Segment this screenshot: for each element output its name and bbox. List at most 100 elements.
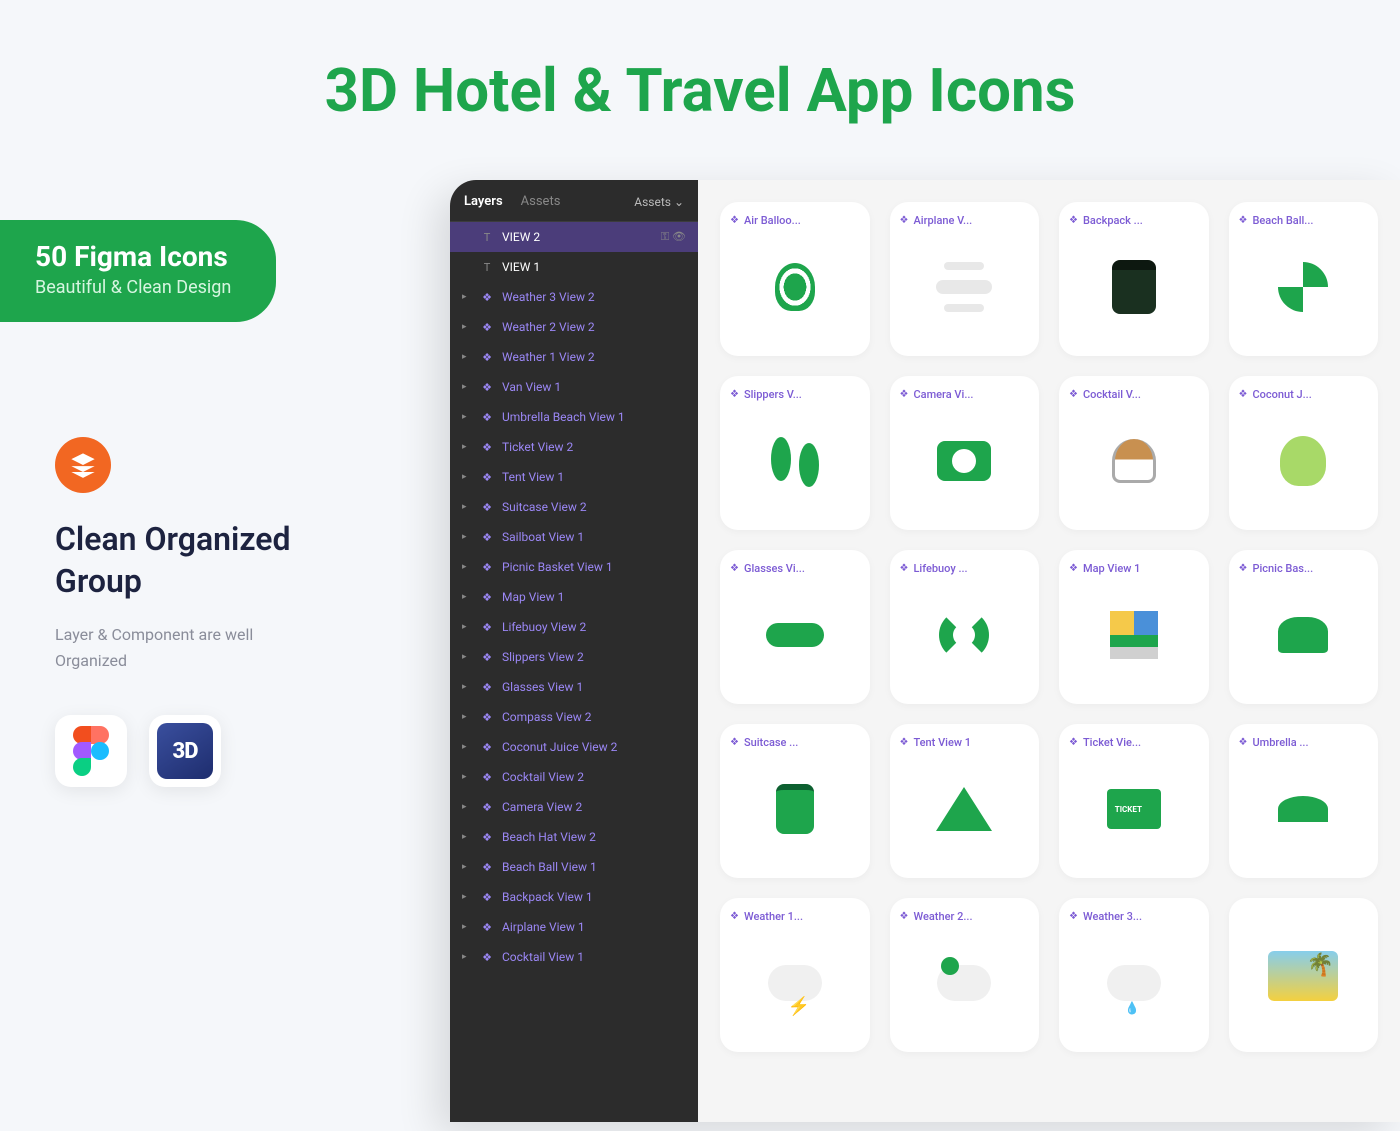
layer-row[interactable]: ▸❖Glasses View 1: [450, 672, 698, 702]
icon-card[interactable]: ❖Umbrella ...: [1229, 724, 1379, 878]
layer-row[interactable]: ▸❖Cocktail View 2: [450, 762, 698, 792]
layer-label: Sailboat View 1: [502, 530, 686, 544]
layer-row[interactable]: ▸❖Lifebuoy View 2: [450, 612, 698, 642]
expand-chevron-icon: ▸: [462, 712, 472, 722]
logo-row: 3D: [55, 715, 430, 787]
expand-chevron-icon: ▸: [462, 802, 472, 812]
layer-label: Beach Hat View 2: [502, 830, 686, 844]
layers-icon: [55, 437, 111, 493]
card-label: Picnic Bas...: [1252, 562, 1313, 575]
icon-card[interactable]: ❖Glasses Vi...: [720, 550, 870, 704]
component-icon: ❖: [480, 921, 494, 934]
layer-row[interactable]: ▸❖Picnic Basket View 1: [450, 552, 698, 582]
icon-card[interactable]: ❖Airplane V...: [890, 202, 1040, 356]
expand-chevron-icon: ▸: [462, 382, 472, 392]
component-icon: ❖: [1239, 389, 1248, 400]
layer-row[interactable]: ▸❖Beach Hat View 2: [450, 822, 698, 852]
component-icon: ❖: [1069, 737, 1078, 748]
icon-card[interactable]: ❖Tent View 1: [890, 724, 1040, 878]
icon-card[interactable]: ❖Picnic Bas...: [1229, 550, 1379, 704]
icon-card[interactable]: [1229, 898, 1379, 1052]
component-icon: ❖: [1069, 215, 1078, 226]
card-body: [900, 923, 1030, 1042]
layer-row[interactable]: ▸❖Slippers View 2: [450, 642, 698, 672]
card-body: [730, 575, 860, 694]
expand-chevron-icon: ▸: [462, 352, 472, 362]
layer-row[interactable]: ▸❖Cocktail View 1: [450, 942, 698, 972]
component-icon: ❖: [480, 471, 494, 484]
icon-card[interactable]: ❖Cocktail V...: [1059, 376, 1209, 530]
layer-row[interactable]: ▸❖Coconut Juice View 2: [450, 732, 698, 762]
card-body: [730, 401, 860, 520]
card-label: Ticket Vie...: [1083, 736, 1141, 749]
card-label: Weather 3...: [1083, 910, 1142, 923]
expand-chevron-icon: ▸: [462, 742, 472, 752]
layer-row[interactable]: ▸❖Ticket View 2: [450, 432, 698, 462]
icon-card[interactable]: ❖Backpack ...: [1059, 202, 1209, 356]
tab-assets[interactable]: Assets: [521, 194, 561, 209]
layer-list: TVIEW 2⚿ 👁TVIEW 1▸❖Weather 3 View 2▸❖Wea…: [450, 222, 698, 972]
layer-label: Coconut Juice View 2: [502, 740, 686, 754]
icon-card[interactable]: ❖Weather 1...: [720, 898, 870, 1052]
layer-label: Ticket View 2: [502, 440, 686, 454]
lock-visibility-icons[interactable]: ⚿ 👁: [661, 230, 686, 244]
card-body: [1239, 227, 1369, 346]
layer-row[interactable]: ▸❖Weather 1 View 2: [450, 342, 698, 372]
layer-row[interactable]: ▸❖Map View 1: [450, 582, 698, 612]
i-pack-icon: [1096, 249, 1172, 325]
icon-card[interactable]: ❖Slippers V...: [720, 376, 870, 530]
layer-row[interactable]: TVIEW 2⚿ 👁: [450, 222, 698, 252]
feature-desc: Layer & Component are wellOrganized: [55, 622, 430, 673]
card-body: [1069, 227, 1199, 346]
layer-label: Weather 1 View 2: [502, 350, 686, 364]
card-label: Tent View 1: [913, 736, 971, 749]
layer-row[interactable]: ▸❖Umbrella Beach View 1: [450, 402, 698, 432]
card-label: Airplane V...: [913, 214, 972, 227]
component-icon: ❖: [480, 381, 494, 394]
component-icon: ❖: [1069, 911, 1078, 922]
icon-card[interactable]: ❖Air Balloo...: [720, 202, 870, 356]
tab-layers[interactable]: Layers: [464, 194, 503, 209]
card-body: [900, 227, 1030, 346]
assets-dropdown[interactable]: Assets ⌄: [634, 195, 684, 209]
layer-row[interactable]: ▸❖Airplane View 1: [450, 912, 698, 942]
icon-card[interactable]: ❖Beach Ball...: [1229, 202, 1379, 356]
component-icon: ❖: [480, 531, 494, 544]
icon-card[interactable]: ❖Map View 1: [1059, 550, 1209, 704]
icon-card[interactable]: ❖Camera Vi...: [890, 376, 1040, 530]
icon-card[interactable]: ❖ Ticket Vie...: [1059, 724, 1209, 878]
layer-row[interactable]: ▸❖Compass View 2: [450, 702, 698, 732]
layer-row[interactable]: ▸❖Sailboat View 1: [450, 522, 698, 552]
component-icon: ❖: [480, 861, 494, 874]
icon-card[interactable]: ❖Weather 2...: [890, 898, 1040, 1052]
layer-row[interactable]: ▸❖Suitcase View 2: [450, 492, 698, 522]
unlock-icon[interactable]: ⚿: [661, 230, 669, 243]
panel-tabs: Layers Assets Assets ⌄: [450, 180, 698, 222]
expand-chevron-icon: ▸: [462, 322, 472, 332]
layer-row[interactable]: ▸❖Beach Ball View 1: [450, 852, 698, 882]
layer-row[interactable]: ▸❖Weather 2 View 2: [450, 312, 698, 342]
component-icon: ❖: [480, 321, 494, 334]
component-icon: ❖: [730, 911, 739, 922]
layer-row[interactable]: ▸❖Camera View 2: [450, 792, 698, 822]
card-body: [730, 923, 860, 1042]
layer-row[interactable]: TVIEW 1: [450, 252, 698, 282]
component-icon: ❖: [900, 389, 909, 400]
i-tick-icon: [1096, 771, 1172, 847]
layer-row[interactable]: ▸❖Weather 3 View 2: [450, 282, 698, 312]
i-cock-icon: [1096, 423, 1172, 499]
canvas[interactable]: ❖Air Balloo...❖Airplane V...❖Backpack ..…: [698, 180, 1400, 1122]
layer-row[interactable]: ▸❖Van View 1: [450, 372, 698, 402]
layer-label: Umbrella Beach View 1: [502, 410, 686, 424]
eye-icon[interactable]: 👁: [672, 230, 686, 243]
icon-card[interactable]: ❖Lifebuoy ...: [890, 550, 1040, 704]
icon-card[interactable]: ❖Suitcase ...: [720, 724, 870, 878]
icon-card[interactable]: ❖Coconut J...: [1229, 376, 1379, 530]
card-header: ❖Umbrella ...: [1239, 736, 1369, 749]
layer-row[interactable]: ▸❖Tent View 1: [450, 462, 698, 492]
card-header: ❖Slippers V...: [730, 388, 860, 401]
layer-row[interactable]: ▸❖Backpack View 1: [450, 882, 698, 912]
icon-card[interactable]: ❖ Weather 3...: [1059, 898, 1209, 1052]
layer-label: Beach Ball View 1: [502, 860, 686, 874]
i-w3-icon: [1096, 945, 1172, 1021]
